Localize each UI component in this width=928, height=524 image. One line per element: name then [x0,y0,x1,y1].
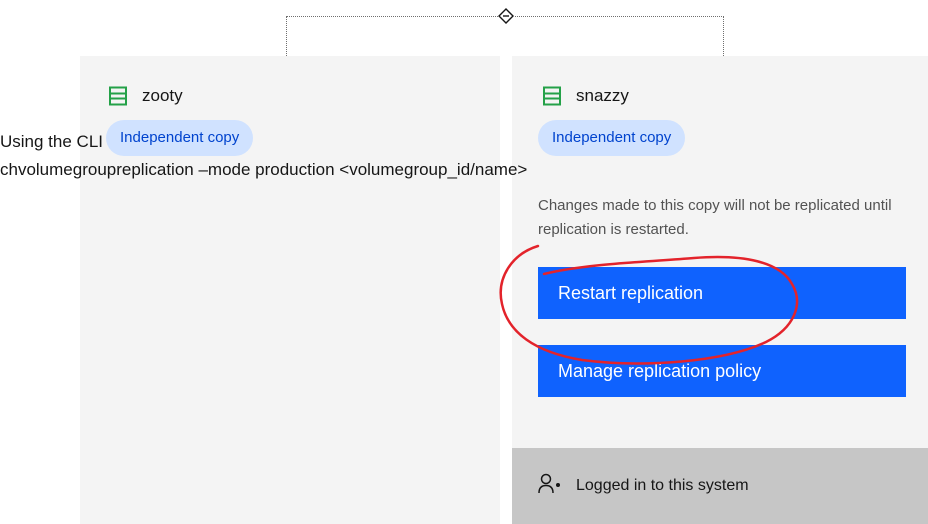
storage-system-icon [108,86,128,106]
cli-instruction-overlay: Using the CLI chvolumegroupreplication –… [0,128,527,184]
cli-command: chvolumegroupreplication –mode productio… [0,160,528,179]
source-system-header: zooty [108,86,183,106]
restart-replication-button[interactable]: Restart replication [538,267,906,319]
target-system-name: snazzy [576,86,629,105]
login-status-bar: Logged in to this system [512,448,928,524]
manage-replication-policy-button[interactable]: Manage replication policy [538,345,906,397]
cli-heading: Using the CLI [0,132,103,151]
target-status-tag: Independent copy [538,120,686,156]
login-status-text: Logged in to this system [576,477,749,494]
target-system-header: snazzy [542,86,629,106]
user-logged-in-icon [538,473,562,500]
replication-note: Changes made to this copy will not be re… [538,197,892,238]
storage-system-icon [542,86,562,106]
source-system-name: zooty [142,86,183,105]
diamond-link-icon [498,8,514,24]
